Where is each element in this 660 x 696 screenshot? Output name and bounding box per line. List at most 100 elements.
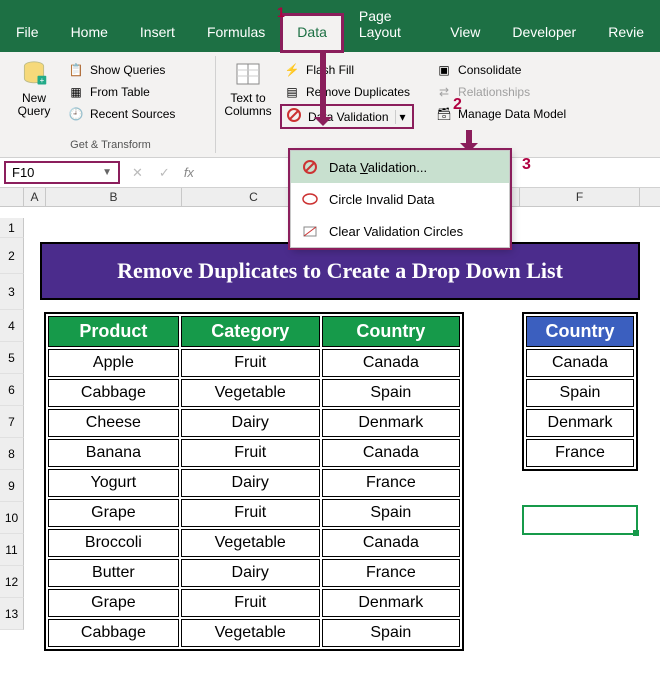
group-get-transform: + New Query 📋Show Queries ▦From Table 🕘 R…: [6, 56, 216, 153]
table-row: GrapeFruitSpain: [48, 499, 460, 527]
text-to-columns-button[interactable]: Text to Columns: [220, 56, 276, 153]
enter-formula-button[interactable]: ✓: [151, 165, 178, 181]
group-text-to-columns: Text to Columns: [216, 56, 278, 153]
consolidate-button[interactable]: ▣ Consolidate: [432, 60, 570, 80]
col-product[interactable]: Product: [48, 316, 179, 347]
table-row: AppleFruitCanada: [48, 349, 460, 377]
data-validation-icon: [301, 158, 319, 176]
new-query-label: New Query: [18, 92, 51, 118]
annotation-1: 1: [277, 4, 285, 20]
select-all-corner[interactable]: [0, 188, 24, 206]
svg-text:+: +: [40, 76, 45, 85]
data-validation-icon: [286, 107, 302, 126]
relationships-label: Relationships: [458, 85, 530, 99]
group-data-tools-2: ▣Consolidate ⇄Relationships 🗃Manage Data…: [420, 56, 576, 153]
table-row: Spain: [526, 379, 634, 407]
consolidate-label: Consolidate: [458, 63, 521, 77]
cancel-formula-button[interactable]: ✕: [124, 165, 151, 181]
annotation-2: 2: [453, 96, 462, 114]
table-row: France: [526, 439, 634, 467]
menu-item-circle-invalid-label: Circle Invalid Data: [329, 192, 435, 207]
row-header-7[interactable]: 7: [0, 406, 24, 438]
remove-duplicates-button[interactable]: ▤Remove Duplicates: [280, 82, 414, 102]
database-icon: +: [18, 58, 50, 90]
tab-pagelayout[interactable]: Page Layout: [343, 0, 434, 52]
group-data-tools: ⚡ Flash Fill ▤Remove Duplicates Data Vali…: [278, 56, 420, 153]
annotation-arrow-2: [466, 130, 472, 144]
data-validation-dropdown-toggle[interactable]: ▾: [395, 110, 406, 124]
row-header-8[interactable]: 8: [0, 438, 24, 470]
clear-circles-icon: [301, 222, 319, 240]
menu-item-data-validation-label: Data Validation...: [329, 160, 427, 175]
tab-home[interactable]: Home: [55, 14, 124, 52]
flash-fill-label: Flash Fill: [306, 63, 354, 77]
main-table: Product Category Country AppleFruitCanad…: [44, 312, 464, 651]
row-header-1[interactable]: 1: [0, 218, 24, 238]
recent-sources-button[interactable]: 🕘 Recent Sources: [64, 104, 179, 124]
col-header-f[interactable]: F: [520, 188, 640, 206]
table-row: CabbageVegetableSpain: [48, 379, 460, 407]
name-box[interactable]: F10 ▼: [4, 161, 120, 184]
title-banner: Remove Duplicates to Create a Drop Down …: [40, 242, 640, 300]
selected-cell[interactable]: [522, 505, 638, 535]
annotation-arrow-1: [320, 50, 326, 118]
name-box-dropdown-icon[interactable]: ▼: [102, 167, 112, 178]
row-header-12[interactable]: 12: [0, 566, 24, 598]
flash-fill-button[interactable]: ⚡ Flash Fill: [280, 60, 414, 80]
row-header-11[interactable]: 11: [0, 534, 24, 566]
col-header-a[interactable]: A: [24, 188, 46, 206]
tab-data[interactable]: Data: [281, 14, 343, 52]
table-row: GrapeFruitDenmark: [48, 589, 460, 617]
show-queries-button[interactable]: 📋Show Queries: [64, 60, 179, 80]
consolidate-icon: ▣: [436, 62, 452, 78]
row-header-9[interactable]: 9: [0, 470, 24, 502]
tab-file[interactable]: File: [0, 14, 55, 52]
ribbon-tabs: File Home Insert Formulas Data Page Layo…: [0, 0, 660, 52]
show-queries-label: Show Queries: [90, 63, 165, 77]
manage-data-model-icon: 🗃: [436, 106, 452, 122]
fill-handle[interactable]: [633, 530, 639, 536]
fx-label[interactable]: fx: [178, 165, 194, 180]
col-country[interactable]: Country: [322, 316, 460, 347]
row-header-10[interactable]: 10: [0, 502, 24, 534]
tab-insert[interactable]: Insert: [124, 14, 191, 52]
flash-fill-icon: ⚡: [284, 62, 300, 78]
tab-developer[interactable]: Developer: [496, 14, 592, 52]
recent-sources-label: Recent Sources: [90, 107, 175, 121]
row-header-2[interactable]: 2: [0, 238, 24, 274]
from-table-button[interactable]: ▦From Table: [64, 82, 179, 102]
menu-item-circle-invalid[interactable]: Circle Invalid Data: [291, 183, 509, 215]
data-validation-split-button[interactable]: Data Validation ▾: [280, 104, 414, 129]
group-title-get-transform: Get & Transform: [6, 139, 215, 151]
country-header[interactable]: Country: [526, 316, 634, 347]
tab-view[interactable]: View: [434, 14, 496, 52]
name-box-value: F10: [12, 165, 34, 180]
row-header-4[interactable]: 4: [0, 310, 24, 342]
row-header-5[interactable]: 5: [0, 342, 24, 374]
table-row: CabbageVegetableSpain: [48, 619, 460, 647]
circle-invalid-icon: [301, 190, 319, 208]
table-row: BroccoliVegetableCanada: [48, 529, 460, 557]
table-row: Canada: [526, 349, 634, 377]
manage-data-model-label: Manage Data Model: [458, 107, 566, 121]
table-row: Denmark: [526, 409, 634, 437]
col-category[interactable]: Category: [181, 316, 320, 347]
row-header-6[interactable]: 6: [0, 374, 24, 406]
ribbon-content: + New Query 📋Show Queries ▦From Table 🕘 R…: [0, 52, 660, 158]
menu-item-clear-circles[interactable]: Clear Validation Circles: [291, 215, 509, 247]
menu-item-clear-circles-label: Clear Validation Circles: [329, 224, 463, 239]
annotation-3: 3: [522, 156, 531, 174]
table-row: BananaFruitCanada: [48, 439, 460, 467]
row-headers: 1 2 3 4 5 6 7 8 9 10 11 12 13: [0, 218, 24, 630]
col-header-b[interactable]: B: [46, 188, 182, 206]
row-header-13[interactable]: 13: [0, 598, 24, 630]
tab-review[interactable]: Revie: [592, 14, 660, 52]
row-header-3[interactable]: 3: [0, 274, 24, 310]
country-table: Country Canada Spain Denmark France: [522, 312, 638, 471]
text-to-columns-icon: [232, 58, 264, 90]
data-validation-menu: Data Validation... Circle Invalid Data C…: [290, 150, 510, 248]
tab-formulas[interactable]: Formulas: [191, 14, 281, 52]
recent-sources-icon: 🕘: [68, 106, 84, 122]
menu-item-data-validation[interactable]: Data Validation...: [291, 151, 509, 183]
from-table-icon: ▦: [68, 84, 84, 100]
